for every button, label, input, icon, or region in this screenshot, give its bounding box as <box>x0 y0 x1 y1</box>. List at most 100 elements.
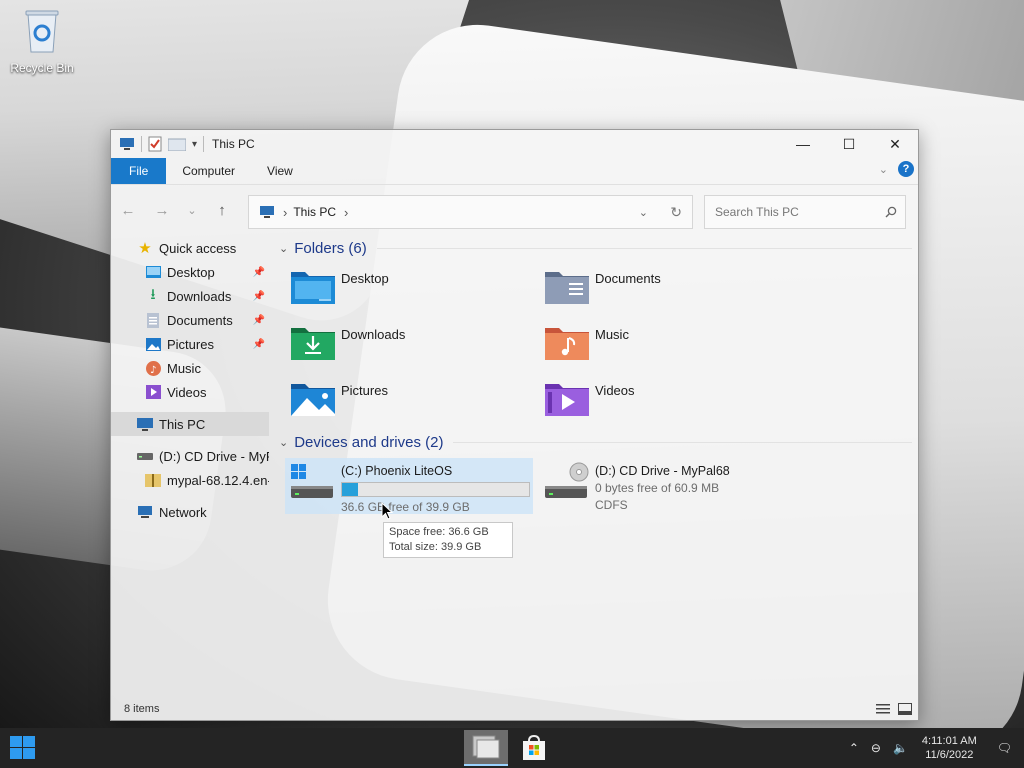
show-hidden-icons-icon[interactable]: ⌃ <box>849 741 859 755</box>
collapse-icon[interactable]: ⌄ <box>279 242 288 255</box>
details-view-icon[interactable] <box>876 703 890 715</box>
title-bar[interactable]: ▾ This PC — ☐ ✕ <box>111 130 918 158</box>
documents-folder-icon <box>545 272 589 304</box>
drive-d[interactable]: (D:) CD Drive - MyPal68 0 bytes free of … <box>539 458 787 514</box>
desktop-icon-label: Recycle Bin <box>10 61 74 75</box>
forward-button[interactable]: → <box>145 202 179 219</box>
drive-c[interactable]: (C:) Phoenix LiteOS 36.6 GB free of 39.9… <box>285 458 533 514</box>
tab-computer[interactable]: Computer <box>166 158 251 184</box>
folder-label: Music <box>595 327 629 342</box>
help-icon[interactable]: ? <box>898 161 914 177</box>
properties-icon[interactable] <box>148 136 162 152</box>
navigation-pane: ★ Quick access Desktop 📌 ⭳ Downloads 📌 D… <box>111 236 269 524</box>
desktop-icon-recycle-bin[interactable]: Recycle Bin <box>4 6 80 75</box>
folders-group-header[interactable]: ⌄ Folders (6) <box>275 236 912 260</box>
minimize-button[interactable]: — <box>780 130 826 158</box>
nav-item-music[interactable]: ♪ Music <box>111 356 269 380</box>
nav-label: Documents <box>167 312 233 328</box>
nav-item-videos[interactable]: Videos <box>111 380 269 404</box>
collapse-icon[interactable]: ⌄ <box>279 436 288 449</box>
breadcrumb-separator[interactable]: › <box>344 205 348 220</box>
folder-downloads[interactable]: Downloads <box>291 324 545 368</box>
nav-label: Desktop <box>167 264 215 280</box>
clock-date: 11/6/2022 <box>925 749 974 761</box>
drives-list: (C:) Phoenix LiteOS 36.6 GB free of 39.9… <box>285 458 912 514</box>
nav-item-downloads[interactable]: ⭳ Downloads 📌 <box>111 284 269 308</box>
music-folder-icon: ♪ <box>145 360 161 376</box>
clock-time: 4:11:01 AM <box>921 735 977 747</box>
cd-drive-icon <box>137 448 153 464</box>
nav-item-network[interactable]: Network <box>111 500 269 524</box>
ribbon-tabs: File Computer View ⌄ ? <box>111 158 918 185</box>
group-title: Folders (6) <box>294 239 367 257</box>
address-dropdown-icon[interactable]: ⌄ <box>639 206 648 219</box>
taskbar-store[interactable] <box>512 730 556 766</box>
navigation-bar: ← → ⌄ ↑ › This PC › ⌄ ↻ <box>111 185 918 235</box>
pin-icon: 📌 <box>252 290 265 302</box>
folder-music[interactable]: Music <box>545 324 799 368</box>
network-status-icon[interactable]: ⊖ <box>871 741 881 755</box>
tab-file[interactable]: File <box>111 158 167 184</box>
drive-free-space: 36.6 GB free of 39.9 GB <box>341 500 470 514</box>
up-button[interactable]: ↑ <box>205 202 239 219</box>
documents-folder-icon <box>145 312 161 328</box>
capacity-bar <box>341 482 530 497</box>
nav-item-archive[interactable]: mypal-68.12.4.en- <box>111 468 269 492</box>
folder-label: Videos <box>595 383 635 398</box>
store-icon <box>523 734 545 760</box>
drive-free-space: 0 bytes free of 60.9 MB <box>595 481 720 495</box>
drives-group-header[interactable]: ⌄ Devices and drives (2) <box>275 430 912 454</box>
folder-label: Downloads <box>341 327 406 342</box>
recent-locations-button[interactable]: ⌄ <box>179 204 205 217</box>
drive-name: (C:) Phoenix LiteOS <box>341 464 453 478</box>
tab-view[interactable]: View <box>251 158 309 184</box>
notifications-icon[interactable]: 🗨 <box>997 741 1012 755</box>
address-bar[interactable]: › This PC › ⌄ ↻ <box>248 195 693 229</box>
clock[interactable]: 4:11:01 AM 11/6/2022 <box>922 734 977 762</box>
recycle-bin-icon <box>25 10 59 53</box>
music-folder-icon <box>545 328 589 360</box>
taskbar-file-explorer[interactable] <box>464 730 508 766</box>
large-icons-view-icon[interactable] <box>898 703 912 715</box>
expand-ribbon-icon[interactable]: ⌄ <box>879 163 888 176</box>
folder-pictures[interactable]: Pictures <box>291 380 545 424</box>
start-button[interactable] <box>10 736 36 760</box>
drive-tooltip: Space free: 36.6 GB Total size: 39.9 GB <box>383 522 513 558</box>
search-input[interactable] <box>713 204 877 220</box>
pin-icon: 📌 <box>252 266 265 278</box>
maximize-button[interactable]: ☐ <box>826 130 872 158</box>
new-folder-icon[interactable] <box>168 137 186 151</box>
pin-icon: 📌 <box>252 314 265 326</box>
folder-label: Pictures <box>341 383 388 398</box>
drive-filesystem: CDFS <box>595 498 628 512</box>
videos-folder-icon <box>145 384 161 400</box>
breadcrumb-separator[interactable]: › <box>283 205 287 220</box>
nav-item-this-pc[interactable]: This PC <box>111 412 269 436</box>
breadcrumb-this-pc[interactable]: This PC <box>293 205 336 219</box>
volume-icon[interactable]: 🔈 <box>893 741 908 755</box>
cd-drive-icon <box>545 462 589 498</box>
nav-item-documents[interactable]: Documents 📌 <box>111 308 269 332</box>
customize-qat-icon[interactable]: ▾ <box>192 139 197 150</box>
nav-item-pictures[interactable]: Pictures 📌 <box>111 332 269 356</box>
nav-label: Downloads <box>167 288 232 304</box>
desktop-folder-icon <box>145 264 161 280</box>
status-bar: 8 items <box>111 698 918 720</box>
pin-icon: 📌 <box>252 338 265 350</box>
nav-item-cd-drive[interactable]: (D:) CD Drive - MyP <box>111 444 269 468</box>
folder-desktop[interactable]: Desktop <box>291 268 545 312</box>
close-button[interactable]: ✕ <box>872 130 918 158</box>
nav-label: Quick access <box>159 240 237 256</box>
folder-videos[interactable]: Videos <box>545 380 799 424</box>
nav-label: (D:) CD Drive - MyP <box>159 448 269 464</box>
refresh-icon[interactable]: ↻ <box>670 204 682 221</box>
nav-label: mypal-68.12.4.en- <box>167 472 269 488</box>
back-button[interactable]: ← <box>111 202 145 219</box>
nav-quick-access[interactable]: ★ Quick access <box>111 236 269 260</box>
mouse-cursor <box>381 502 393 520</box>
nav-item-desktop[interactable]: Desktop 📌 <box>111 260 269 284</box>
folder-documents[interactable]: Documents <box>545 268 799 312</box>
window-title: This PC <box>212 137 255 151</box>
star-icon: ★ <box>138 240 152 257</box>
search-box[interactable] <box>704 195 906 229</box>
